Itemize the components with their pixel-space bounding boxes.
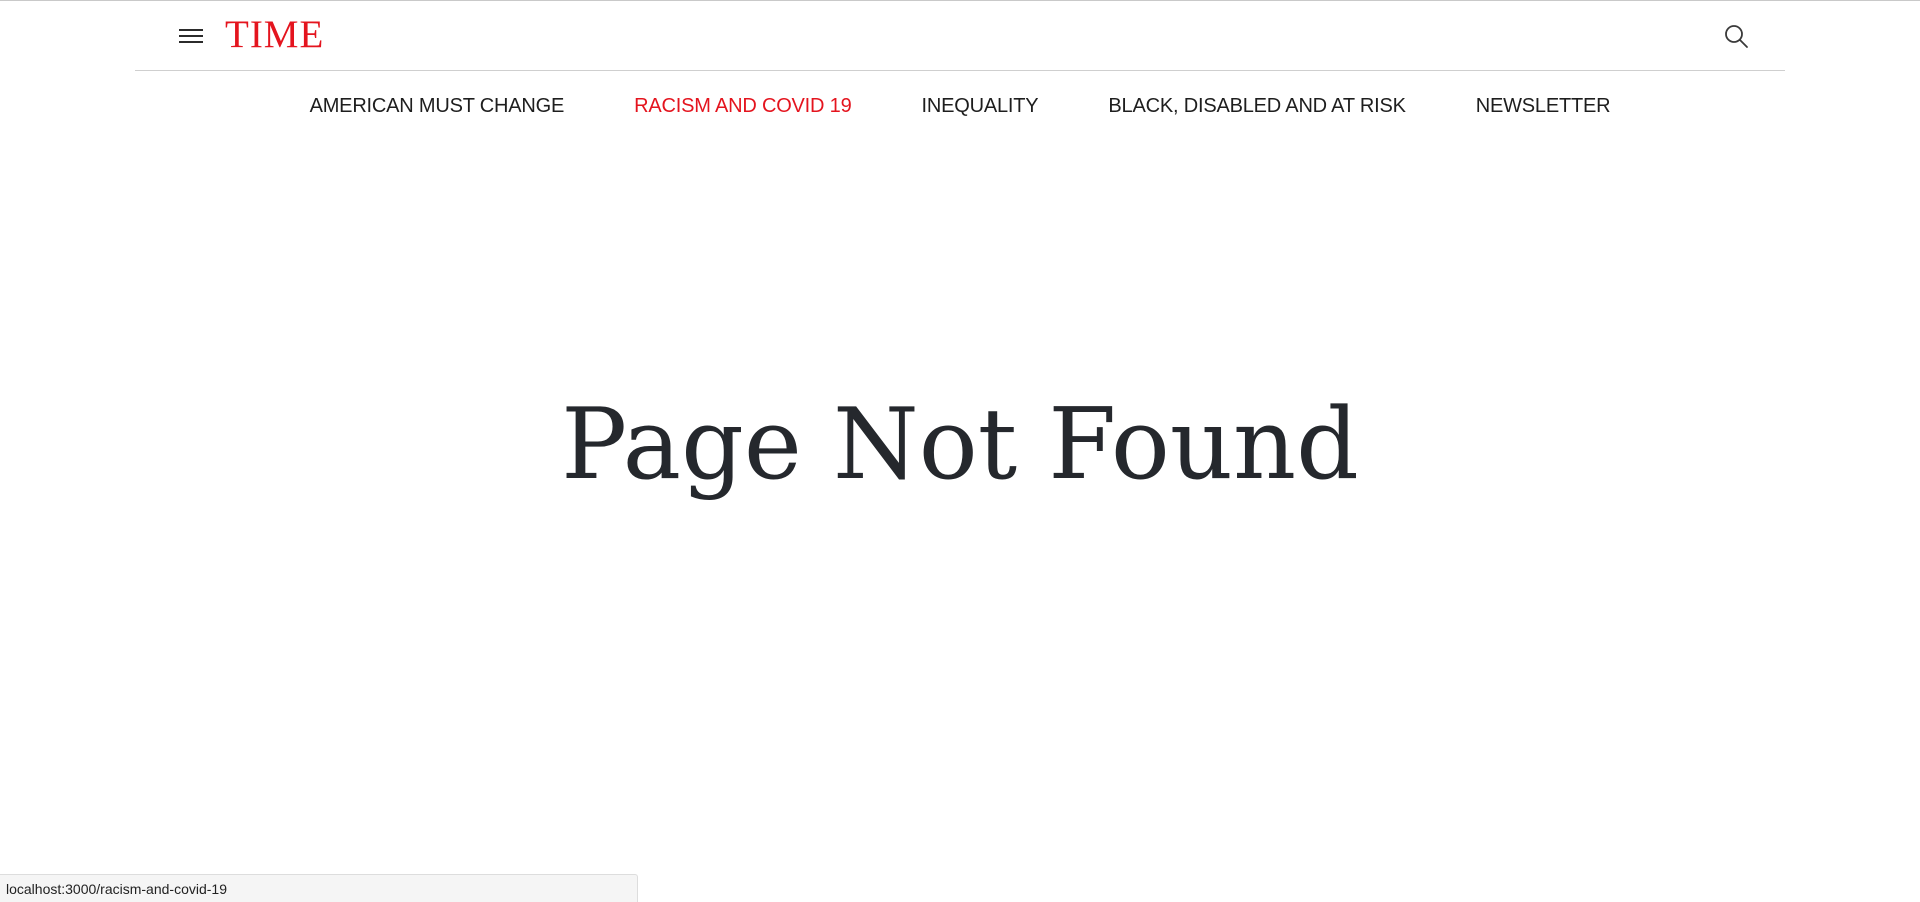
nav-item-racism-and-covid-19[interactable]: RACISM AND COVID 19 [634,95,852,118]
hamburger-menu-icon[interactable] [179,26,205,44]
page-title: Page Not Found [561,388,1359,502]
site-header: TIME [135,1,1785,71]
time-logo[interactable]: TIME [225,15,324,55]
status-url: localhost:3000/racism-and-covid-19 [6,881,227,897]
nav-item-newsletter[interactable]: NEWSLETTER [1476,95,1611,118]
nav-item-black-disabled-at-risk[interactable]: BLACK, DISABLED AND AT RISK [1108,95,1406,118]
section-nav: AMERICAN MUST CHANGE RACISM AND COVID 19… [0,92,1920,120]
browser-status-bar: localhost:3000/racism-and-covid-19 [0,874,638,902]
nav-item-inequality[interactable]: INEQUALITY [922,95,1039,118]
search-icon[interactable] [1723,23,1749,49]
nav-item-american-must-change[interactable]: AMERICAN MUST CHANGE [310,95,565,118]
